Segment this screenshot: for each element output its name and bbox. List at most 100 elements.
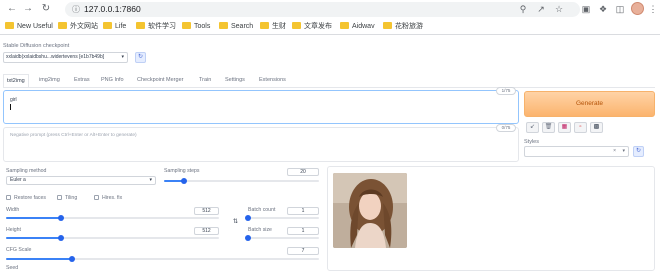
folder-icon <box>219 22 228 29</box>
clear-icon[interactable]: × <box>613 147 616 156</box>
batch-size-label: Batch size <box>248 227 272 233</box>
slider-thumb[interactable] <box>68 256 75 262</box>
bookmark-item[interactable]: Search <box>219 21 253 33</box>
tab-checkpoint-merger[interactable]: Checkpoint Merger <box>137 74 183 86</box>
height-slider[interactable] <box>6 235 219 241</box>
bookmark-item[interactable]: Tools <box>182 21 210 33</box>
negative-prompt-placeholder: Negative prompt (press Ctrl+Enter or Alt… <box>10 133 137 138</box>
address-bar[interactable]: ⓘ 127.0.0.1:7860 <box>65 2 580 17</box>
prompt-token-counter: 1/75 <box>496 87 516 95</box>
batch-count-label: Batch count <box>248 207 276 213</box>
checkpoint-select[interactable]: xxlaidb(xxlaidbshu...widertevens [e1b7b4… <box>3 52 128 63</box>
sampling-method-value: Euler a <box>10 177 26 183</box>
folder-icon <box>58 22 67 29</box>
checkbox-box <box>94 195 99 200</box>
back-icon[interactable]: ← <box>6 3 18 15</box>
sampling-steps-label: Sampling steps <box>164 168 200 174</box>
seed-label: Seed <box>6 265 19 271</box>
slider-fill <box>6 258 72 260</box>
chevron-down-icon: ▾ <box>121 54 124 60</box>
negative-prompt-input[interactable]: Negative prompt (press Ctrl+Enter or Alt… <box>3 127 519 162</box>
bookmark-item[interactable]: Aidwav <box>340 21 375 33</box>
slider-thumb[interactable] <box>245 235 251 241</box>
batch-count-input[interactable]: 1 <box>287 207 319 215</box>
tab-settings[interactable]: Settings <box>225 74 245 86</box>
tab-extras[interactable]: Extras <box>74 74 90 86</box>
folder-icon <box>340 22 349 29</box>
styles-label: Styles <box>524 139 539 145</box>
trash-icon[interactable]: 🗑 <box>542 122 555 133</box>
sampling-steps-slider[interactable] <box>164 178 319 184</box>
star-icon[interactable]: ☆ <box>553 3 565 15</box>
menu-icon[interactable]: ⋮ <box>647 3 659 15</box>
tab-txt2img[interactable]: txt2img <box>3 74 29 87</box>
bookmark-item[interactable]: 软件学习 <box>136 21 176 33</box>
restore-faces-checkbox[interactable]: Restore faces <box>6 195 46 201</box>
forward-icon[interactable]: → <box>22 3 34 15</box>
generated-image[interactable] <box>333 173 407 248</box>
swap-dimensions-button[interactable]: ⇅ <box>230 217 241 228</box>
tab-train[interactable]: Train <box>199 74 211 86</box>
bookmark-item[interactable]: New Useful <box>5 21 53 33</box>
bookmark-item[interactable]: 生财 <box>260 21 286 33</box>
cfg-scale-input[interactable]: 7 <box>287 247 319 255</box>
bookmark-item[interactable]: 文章发布 <box>292 21 332 33</box>
styles-select[interactable]: × ▾ <box>524 146 629 157</box>
slider-thumb[interactable] <box>245 215 251 221</box>
share-icon[interactable]: ↗ <box>535 3 547 15</box>
search-icon[interactable]: ⚲ <box>517 3 529 15</box>
folder-icon <box>136 22 145 29</box>
prompt-input[interactable]: girl <box>3 90 519 124</box>
folder-icon <box>103 22 112 29</box>
folder-icon <box>260 22 269 29</box>
checkbox-box <box>6 195 11 200</box>
avatar[interactable] <box>631 2 644 15</box>
sidepanel-icon[interactable]: ◫ <box>614 3 626 15</box>
bookmark-item[interactable]: 外文网站 <box>58 21 98 33</box>
batch-count-slider[interactable] <box>245 215 319 221</box>
sampling-method-select[interactable]: Euler a ▾ <box>6 176 156 185</box>
info-icon[interactable]: ⓘ <box>72 4 80 15</box>
extensions-icon[interactable]: ❖ <box>597 3 609 15</box>
card-icon[interactable]: ▦ <box>558 122 571 133</box>
arrow-icon[interactable]: ↙ <box>526 122 539 133</box>
width-label: Width <box>6 207 20 213</box>
folder-icon <box>383 22 392 29</box>
url-text: 127.0.0.1:7860 <box>84 4 141 14</box>
tab-divider <box>3 87 655 88</box>
chevron-down-icon: ▾ <box>149 177 152 183</box>
hires-fix-checkbox[interactable]: Hires. fix <box>94 195 122 201</box>
sampling-steps-input[interactable]: 20 <box>287 168 319 176</box>
bookmark-item[interactable]: Life <box>103 21 126 33</box>
batch-size-input[interactable]: 1 <box>287 227 319 235</box>
refresh-styles-button[interactable]: ↻ <box>633 146 644 157</box>
batch-size-slider[interactable] <box>245 235 319 241</box>
clipboard-icon[interactable]: ▫ <box>574 122 587 133</box>
reload-icon[interactable]: ↻ <box>40 3 52 15</box>
save-style-icon[interactable]: ▩ <box>590 122 603 133</box>
swap-icon: ⇅ <box>232 219 239 225</box>
folder-icon <box>5 22 14 29</box>
generate-button[interactable]: Generate <box>524 91 655 117</box>
tab-img2img[interactable]: img2img <box>39 74 60 86</box>
translate-icon[interactable]: ▣ <box>580 3 592 15</box>
bookmarks-bar: New Useful 外文网站 Life 软件学习 Tools Search 生… <box>0 19 660 35</box>
slider-thumb[interactable] <box>181 178 188 184</box>
prompt-text: girl <box>10 97 17 103</box>
height-input[interactable]: 512 <box>194 227 219 235</box>
width-slider[interactable] <box>6 215 219 221</box>
slider-thumb[interactable] <box>58 215 65 221</box>
slider-thumb[interactable] <box>58 235 65 241</box>
refresh-checkpoint-button[interactable]: ↻ <box>135 52 146 63</box>
negative-token-counter: 0/75 <box>496 124 516 132</box>
text-caret <box>10 104 11 110</box>
slider-fill <box>6 237 62 239</box>
tab-png-info[interactable]: PNG Info <box>101 74 124 86</box>
width-input[interactable]: 512 <box>194 207 219 215</box>
tab-extensions[interactable]: Extensions <box>259 74 286 86</box>
cfg-scale-slider[interactable] <box>6 256 319 262</box>
slider-fill <box>6 217 62 219</box>
tiling-checkbox[interactable]: Tiling <box>57 195 77 201</box>
bookmark-item[interactable]: 花粉旅游 <box>383 21 423 33</box>
checkpoint-value: xxlaidb(xxlaidbshu...widertevens [e1b7b4… <box>6 54 105 60</box>
